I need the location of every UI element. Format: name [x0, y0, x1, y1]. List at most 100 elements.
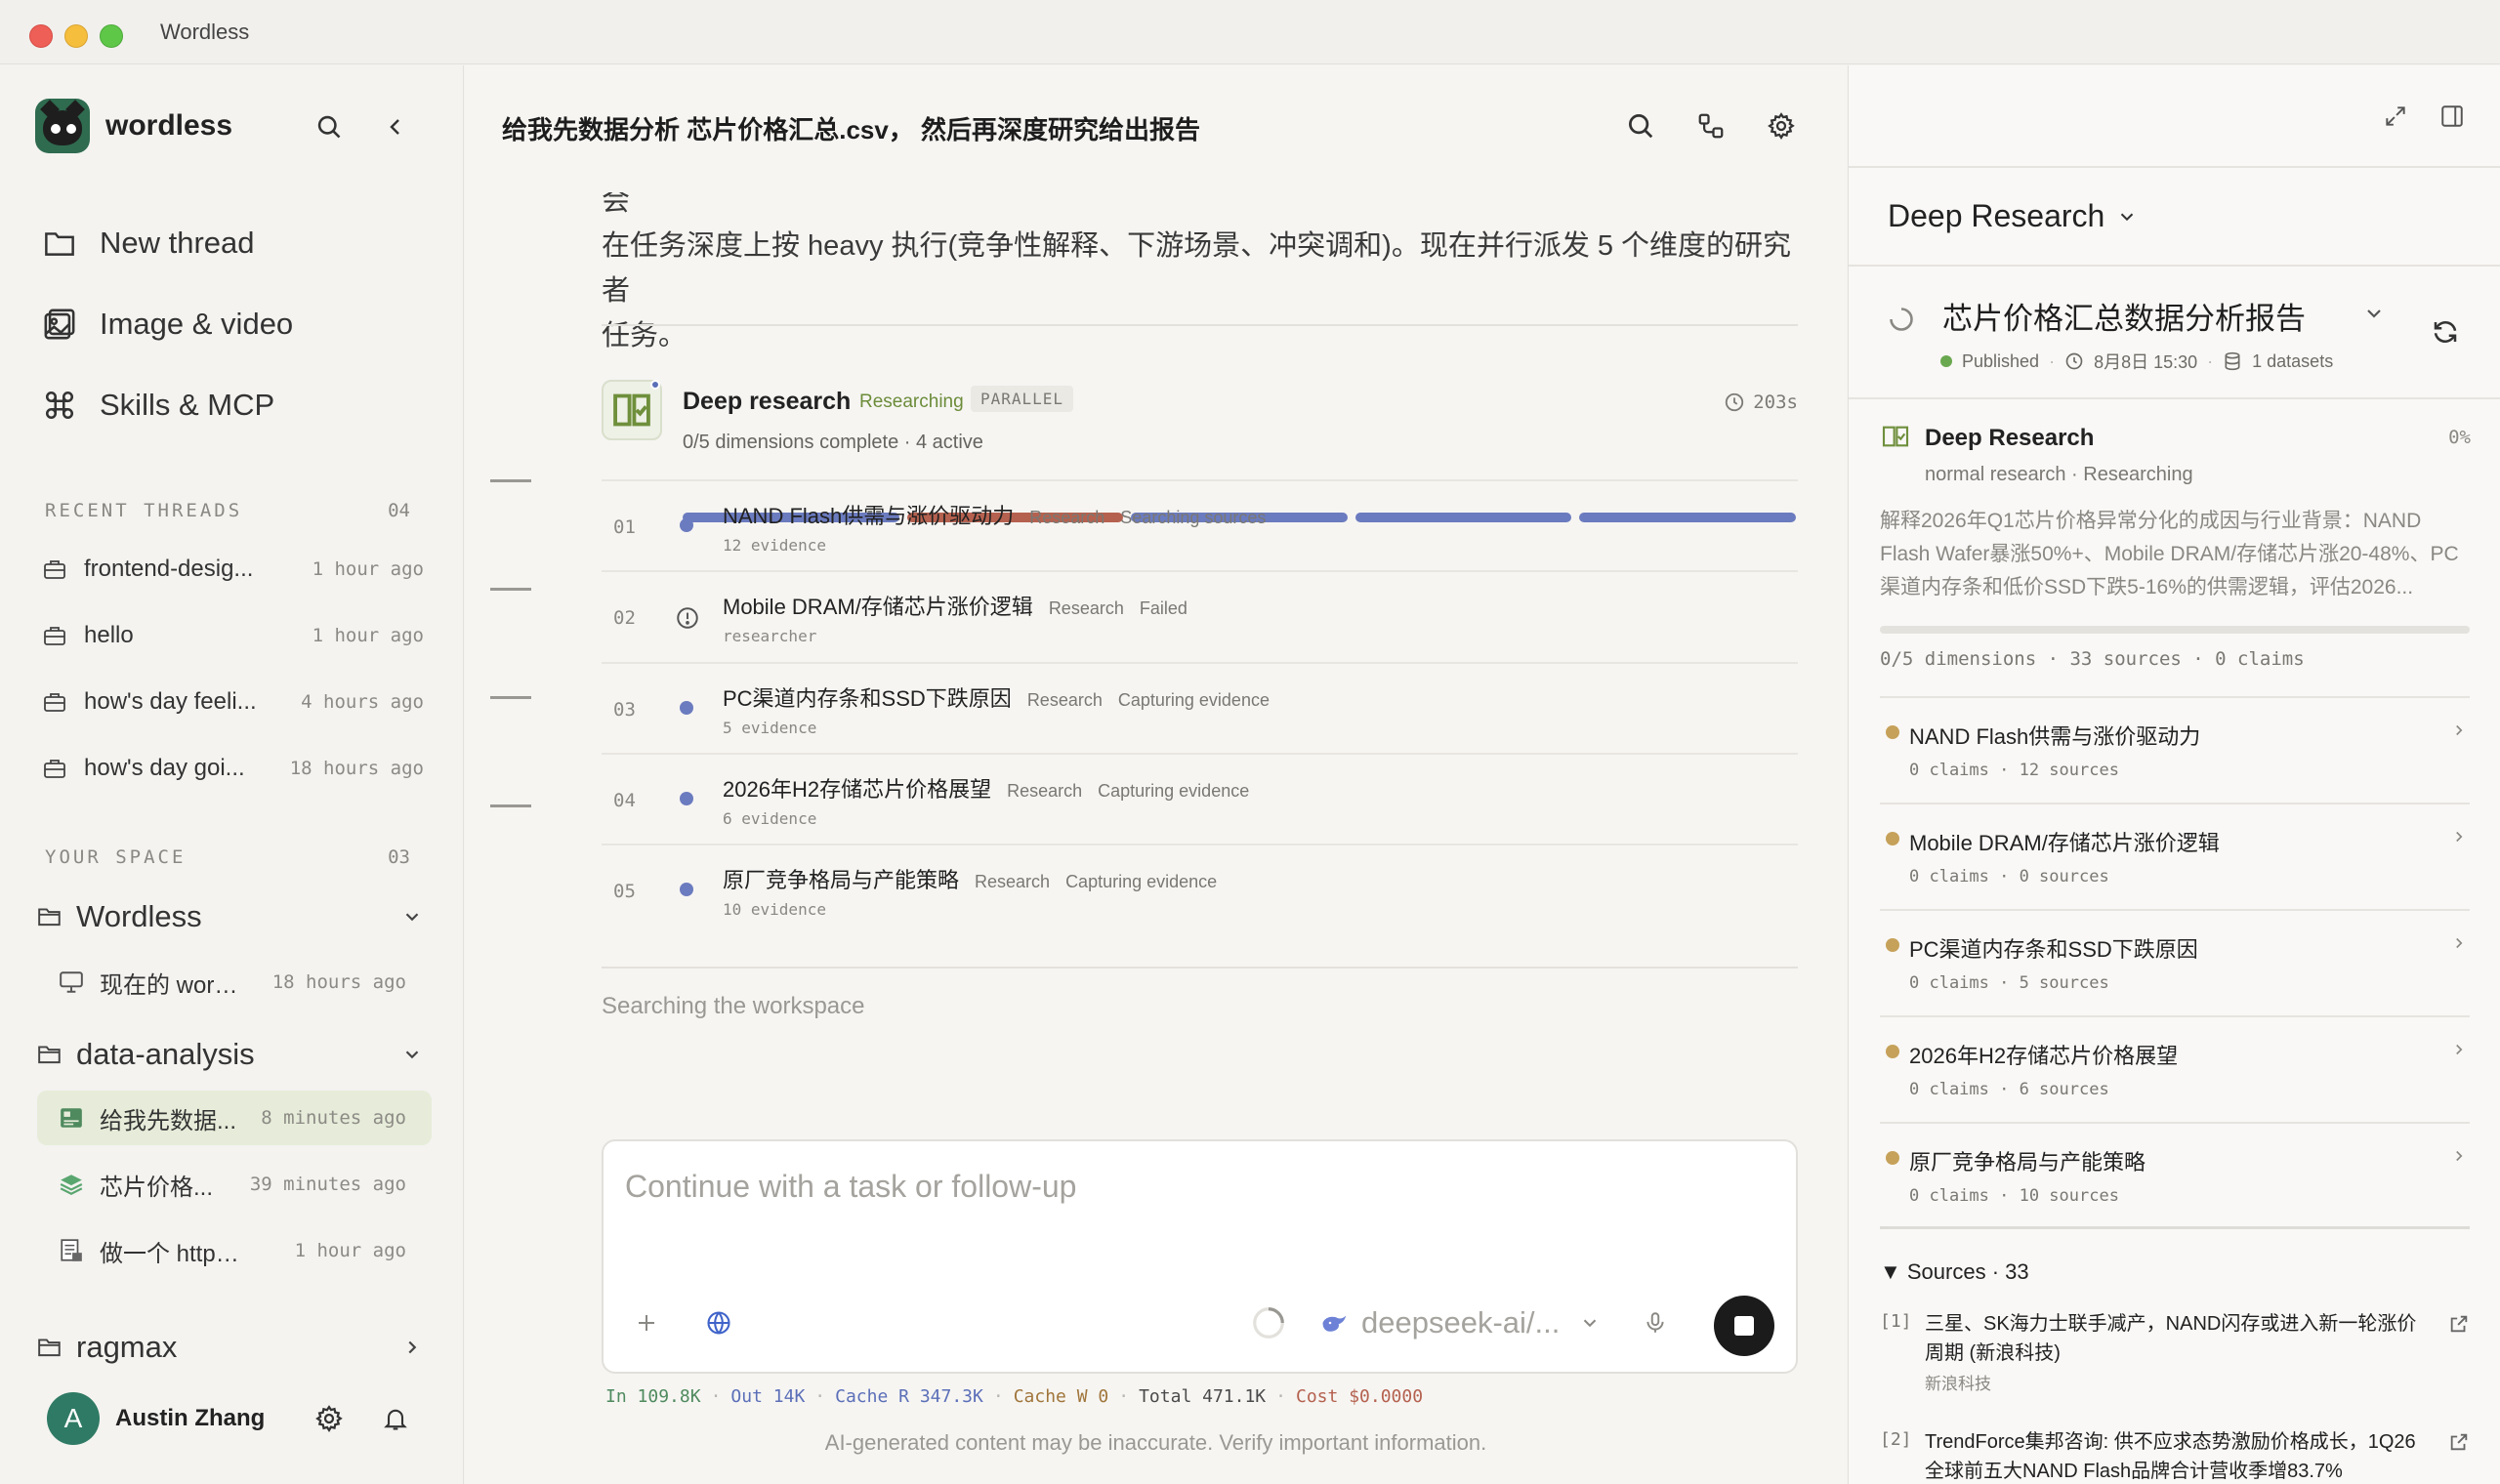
- source-title: TrendForce集邦咨询: 供不应求态势激励价格成长，1Q26全球前五大NA…: [1925, 1431, 2416, 1482]
- divider: [602, 967, 1798, 969]
- panel-dimension-item[interactable]: PC渠道内存条和SSD下跌原因 0 claims · 5 sources: [1880, 909, 2470, 1014]
- external-link-icon[interactable]: [2448, 1431, 2470, 1453]
- dimension-kind: Research: [1048, 598, 1124, 618]
- chevron-down-icon: [2121, 213, 2134, 221]
- thread-title: how's day goi...: [84, 755, 245, 781]
- search-icon[interactable]: [1623, 108, 1658, 144]
- user-profile[interactable]: A Austin Zhang: [47, 1391, 428, 1446]
- activity-dot: [650, 380, 660, 390]
- scroll-marker[interactable]: [490, 696, 531, 699]
- collapse-sidebar-icon[interactable]: [379, 110, 412, 144]
- scroll-marker[interactable]: [490, 479, 531, 482]
- dimension-state: Searching sources: [1120, 508, 1267, 527]
- chart-thread-icon: [61, 1108, 82, 1128]
- sources-toggle[interactable]: ▼ Sources · 33: [1880, 1259, 2029, 1285]
- dimension-counts: 0 claims · 5 sources: [1909, 973, 2109, 993]
- dimension-row[interactable]: 04 2026年H2存储芯片价格展望 Research Capturing evid…: [602, 753, 1798, 843]
- dimension-evidence: 6 evidence: [723, 809, 817, 828]
- dimension-row[interactable]: 05 原厂竞争格局与产能策略 Research Capturing evidence…: [602, 844, 1798, 933]
- ai-disclaimer: AI-generated content may be inaccurate. …: [824, 1430, 1487, 1455]
- panel-dimension-item[interactable]: 原厂竞争格局与产能策略 0 claims · 10 sources: [1880, 1122, 2470, 1227]
- dimension-kind: Research: [1029, 508, 1105, 527]
- brand-name: wordless: [105, 109, 233, 142]
- source-title: 三星、SK海力士联手减产，NAND闪存或进入新一轮涨价周期 (新浪科技): [1925, 1313, 2417, 1364]
- window-title: Wordless: [160, 20, 250, 44]
- model-selector[interactable]: deepseek-ai/...: [1320, 1303, 1601, 1342]
- cache-read: 347.3K: [919, 1386, 983, 1407]
- monitor-icon: [60, 971, 83, 993]
- minimize-window-button[interactable]: [64, 24, 88, 48]
- brand[interactable]: wordless: [35, 99, 232, 153]
- deep-research-title: Deep research: [683, 388, 852, 415]
- search-icon[interactable]: [312, 110, 346, 144]
- published-status: Published: [1962, 350, 2040, 371]
- folder-wordless[interactable]: Wordless: [37, 895, 423, 938]
- recent-thread[interactable]: hello 1 hour ago: [43, 616, 424, 655]
- thread-time: 18 hours ago: [271, 971, 406, 993]
- published-dot: [1940, 355, 1952, 367]
- dimension-row[interactable]: 01 NAND Flash供需与涨价驱动力 Research Searching s…: [602, 479, 1798, 569]
- status-dot: [1886, 1151, 1899, 1165]
- recent-thread[interactable]: how's day feeli... 4 hours ago: [43, 682, 424, 721]
- chevron-down-icon[interactable]: [2362, 302, 2386, 325]
- avatar: A: [47, 1392, 100, 1445]
- folder-thread[interactable]: 做一个 https://... 1 hour ago: [37, 1223, 432, 1278]
- briefcase-icon: [44, 560, 65, 579]
- scroll-marker[interactable]: [490, 588, 531, 591]
- folder-thread-active[interactable]: 给我先数据... 8 minutes ago: [37, 1091, 432, 1145]
- panel-dimension-item[interactable]: Mobile DRAM/存储芯片涨价逻辑 0 claims · 0 source…: [1880, 803, 2470, 908]
- dimension-name: NAND Flash供需与涨价驱动力: [723, 504, 1015, 528]
- external-link-icon[interactable]: [2448, 1313, 2470, 1335]
- scroll-marker[interactable]: [490, 804, 531, 807]
- settings-gear-icon[interactable]: [312, 1402, 346, 1435]
- elapsed-time: 203s: [1724, 392, 1798, 413]
- recent-thread[interactable]: frontend-desig... 1 hour ago: [43, 550, 424, 589]
- nav-label: Image & video: [100, 307, 294, 341]
- panel-dimension-item[interactable]: 2026年H2存储芯片价格展望 0 claims · 6 sources: [1880, 1015, 2470, 1121]
- thread-title: frontend-desig...: [84, 556, 254, 582]
- thread-time: 8 minutes ago: [261, 1107, 406, 1129]
- parallel-badge: PARALLEL: [971, 386, 1074, 412]
- tokens-out-label: Out: [730, 1386, 763, 1407]
- web-search-icon[interactable]: [705, 1303, 732, 1342]
- dimension-kind: Research: [1007, 781, 1083, 801]
- status-dot: [680, 792, 693, 805]
- branch-icon[interactable]: [1693, 108, 1729, 144]
- refresh-icon[interactable]: [2431, 317, 2460, 347]
- chevron-right-icon: [2456, 724, 2463, 736]
- settings-gear-icon[interactable]: [1764, 108, 1799, 144]
- bell-icon[interactable]: [379, 1402, 412, 1435]
- panel-dr-subtitle: normal research · Researching: [1925, 464, 2193, 485]
- status-dot: [680, 883, 693, 896]
- stop-generation-button[interactable]: [1714, 1296, 1774, 1356]
- dataset-count: 1 datasets: [2252, 350, 2334, 371]
- thread-title: 给我先数据分析 芯片价格汇总.csv， 然后再深度研究给出报告: [502, 115, 1201, 144]
- folder-thread[interactable]: 现在的 work... 18 hours ago: [37, 955, 432, 1010]
- folder-thread[interactable]: 芯片价格... 39 minutes ago: [37, 1157, 432, 1212]
- nav-image-video[interactable]: Image & video: [43, 307, 293, 342]
- folder-ragmax[interactable]: ragmax: [37, 1326, 423, 1369]
- report-meta: Published · 8月8日 15:30 · 1 datasets: [1940, 349, 2333, 374]
- dimension-counts: 0 claims · 10 sources: [1909, 1186, 2119, 1206]
- panel-mode-selector[interactable]: Deep Research: [1888, 198, 2138, 234]
- add-attachment-icon[interactable]: [635, 1303, 658, 1342]
- nav-new-thread[interactable]: New thread: [43, 226, 255, 261]
- token-usage: In 109.8K · Out 14K · Cache R 347.3K · Cach…: [605, 1386, 1424, 1407]
- microphone-icon[interactable]: [1643, 1303, 1668, 1342]
- dimension-title: Mobile DRAM/存储芯片涨价逻辑 Research Failed: [723, 590, 1188, 621]
- recent-thread[interactable]: how's day goi... 18 hours ago: [43, 749, 424, 788]
- dimension-name: PC渠道内存条和SSD下跌原因: [723, 686, 1012, 711]
- searching-status: Searching the workspace: [602, 993, 865, 1019]
- composer-input[interactable]: Continue with a task or follow-up: [625, 1169, 1076, 1205]
- toggle-panel-icon[interactable]: [2437, 101, 2468, 132]
- close-window-button[interactable]: [29, 24, 53, 48]
- clock-icon: [2065, 352, 2083, 370]
- zoom-window-button[interactable]: [100, 24, 123, 48]
- nav-skills-mcp[interactable]: Skills & MCP: [43, 388, 274, 423]
- expand-icon[interactable]: [2380, 101, 2411, 132]
- composer[interactable]: Continue with a task or follow-up deepse…: [602, 1139, 1798, 1374]
- folder-data-analysis[interactable]: data-analysis: [37, 1033, 423, 1076]
- dimension-row[interactable]: 02 Mobile DRAM/存储芯片涨价逻辑 Research Failed re…: [602, 570, 1798, 660]
- panel-dimension-item[interactable]: NAND Flash供需与涨价驱动力 0 claims · 12 sources: [1880, 696, 2470, 802]
- dimension-row[interactable]: 03 PC渠道内存条和SSD下跌原因 Research Capturing evid…: [602, 662, 1798, 752]
